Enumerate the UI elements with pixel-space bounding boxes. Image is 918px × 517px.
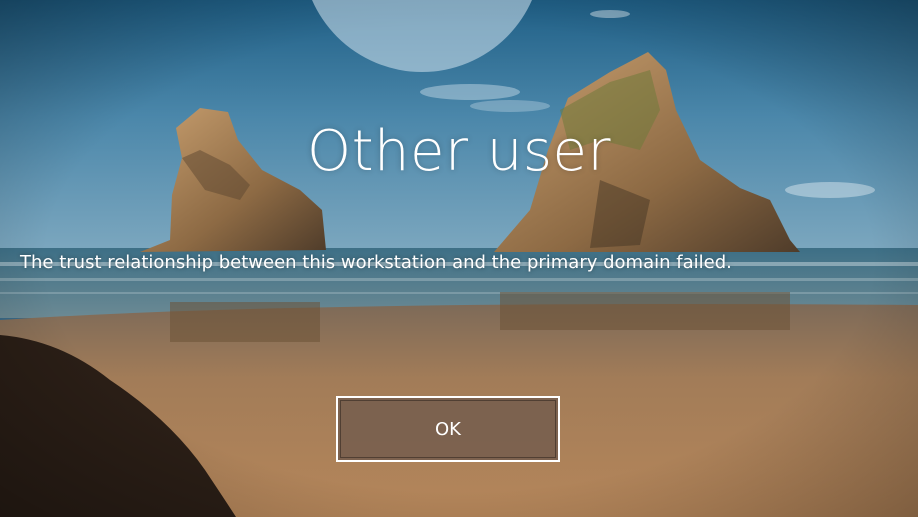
ok-button-label: OK bbox=[435, 418, 461, 440]
error-message: The trust relationship between this work… bbox=[20, 252, 732, 273]
lock-screen: Other user The trust relationship betwee… bbox=[0, 0, 918, 517]
user-name-heading: Other user bbox=[307, 119, 611, 184]
ok-button[interactable]: OK bbox=[336, 396, 560, 462]
